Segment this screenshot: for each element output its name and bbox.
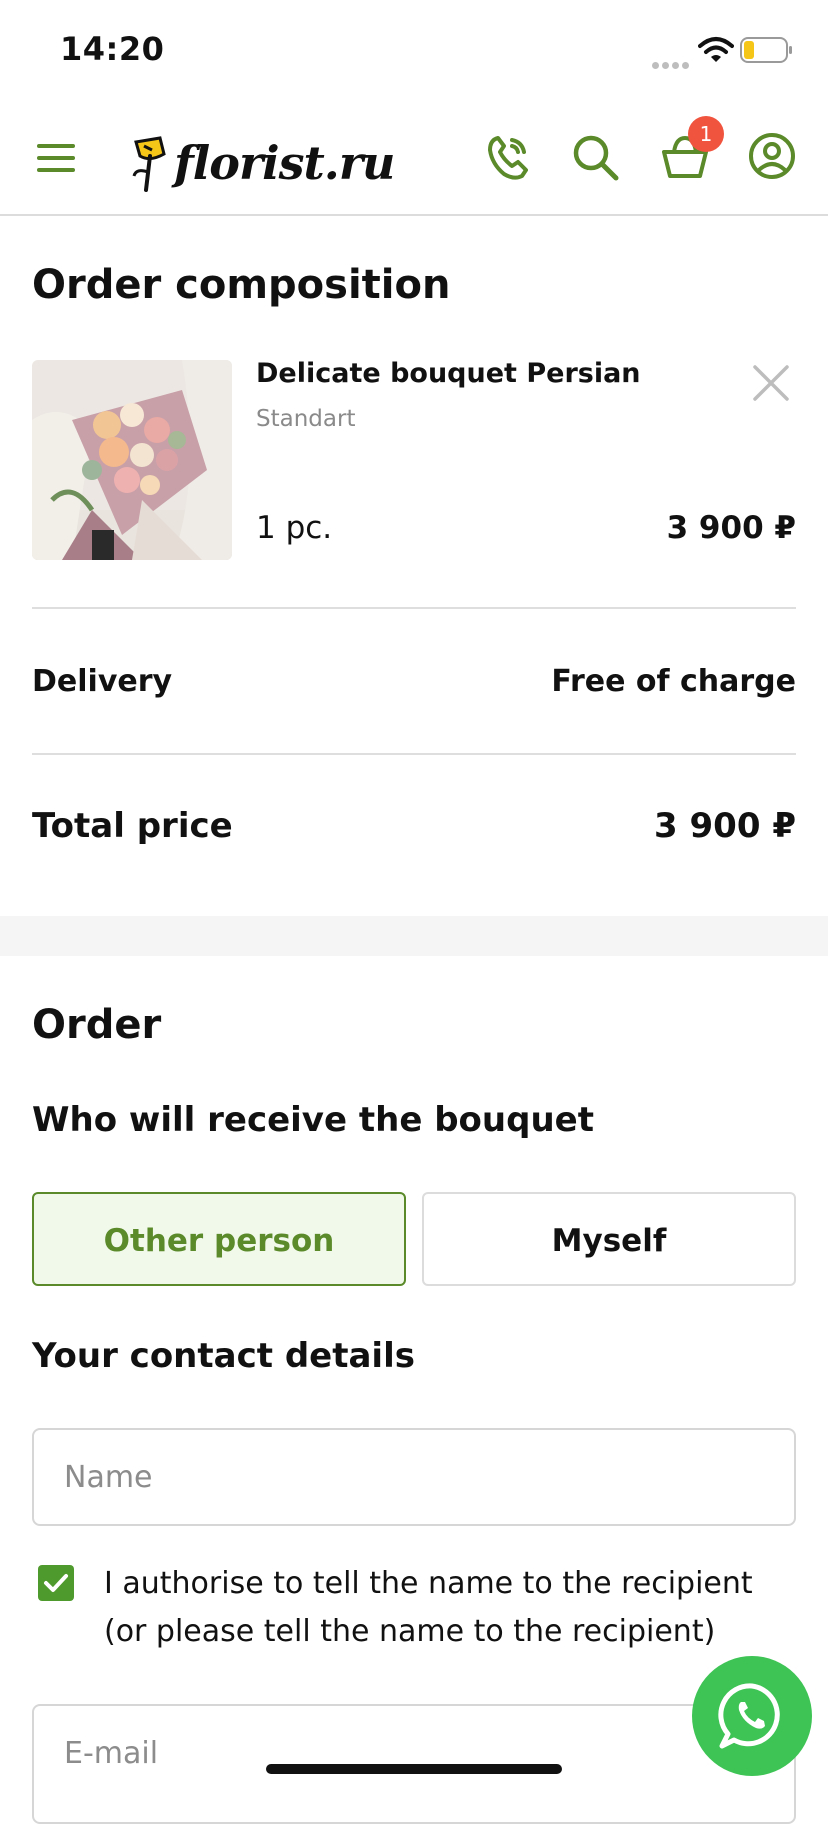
signal-icon — [652, 54, 692, 69]
recipient-myself-button[interactable]: Myself — [422, 1192, 796, 1286]
order-title: Order — [32, 1002, 162, 1048]
product-price: 3 900 ₽ — [666, 510, 796, 546]
divider — [32, 753, 796, 755]
flower-logo-icon — [132, 136, 166, 192]
delivery-label: Delivery — [32, 664, 173, 699]
authorise-label[interactable]: I authorise to tell the name to the reci… — [104, 1560, 804, 1656]
name-placeholder: Name — [64, 1460, 153, 1495]
product-variant: Standart — [256, 406, 356, 432]
authorise-checkbox[interactable] — [38, 1565, 74, 1601]
status-time: 14:20 — [60, 30, 165, 68]
recipient-other-person-button[interactable]: Other person — [32, 1192, 406, 1286]
section-separator — [0, 916, 828, 956]
recipient-heading: Who will receive the bouquet — [32, 1100, 594, 1140]
product-name[interactable]: Delicate bouquet Persian — [256, 358, 641, 389]
logo-text: florist.ru — [174, 136, 395, 190]
order-composition-title: Order composition — [32, 262, 451, 308]
delivery-value: Free of charge — [551, 664, 796, 699]
divider — [32, 607, 796, 609]
email-placeholder: E-mail — [64, 1736, 159, 1771]
top-navigation-bar: florist.ru 1 — [0, 110, 828, 216]
status-bar: 14:20 — [0, 0, 828, 100]
whatsapp-icon — [718, 1683, 780, 1749]
wifi-icon — [698, 37, 734, 62]
search-icon[interactable] — [572, 134, 620, 182]
close-icon[interactable] — [752, 364, 790, 402]
product-quantity: 1 pc. — [256, 510, 333, 546]
menu-icon[interactable] — [37, 142, 75, 174]
cart-count-badge: 1 — [688, 116, 724, 152]
battery-icon — [740, 37, 792, 63]
name-field[interactable]: Name — [32, 1428, 796, 1526]
total-price-value: 3 900 ₽ — [654, 806, 796, 846]
product-image[interactable] — [32, 360, 232, 560]
account-icon[interactable] — [748, 132, 796, 180]
phone-icon[interactable] — [484, 132, 532, 182]
contact-details-heading: Your contact details — [32, 1336, 415, 1376]
home-indicator — [266, 1764, 562, 1774]
checkmark-icon — [44, 1574, 68, 1592]
total-price-label: Total price — [32, 806, 233, 846]
whatsapp-button[interactable] — [692, 1656, 812, 1776]
